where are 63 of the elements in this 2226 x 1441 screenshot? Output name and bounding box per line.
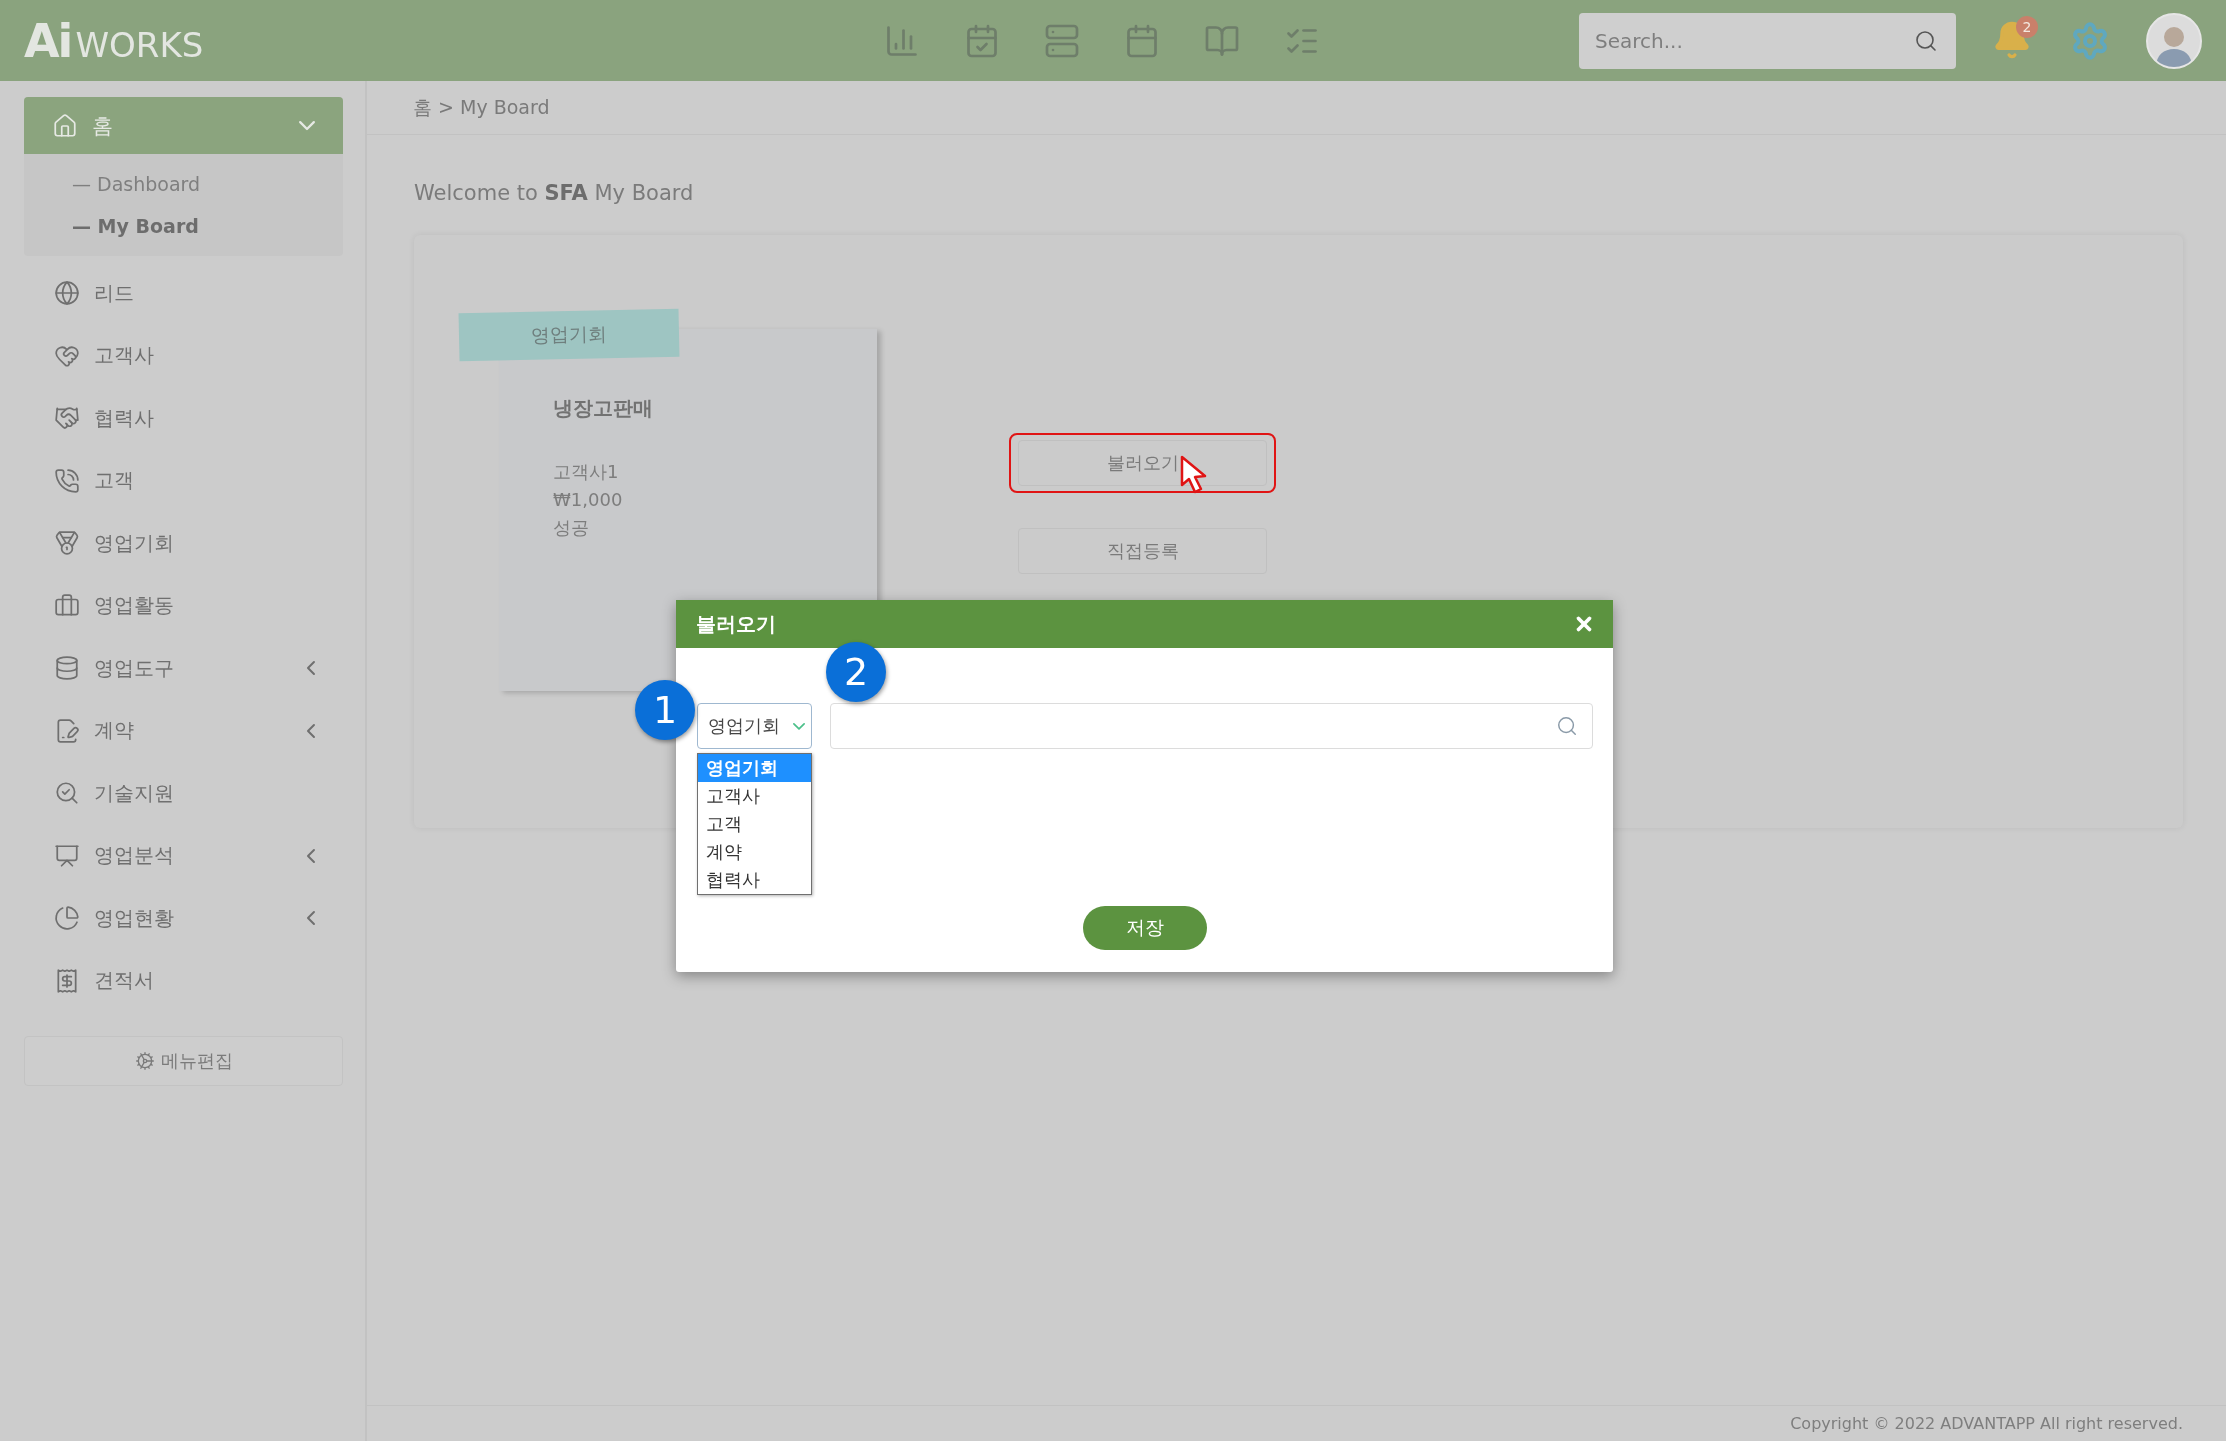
- step-marker: 2: [826, 642, 886, 702]
- dropdown-option[interactable]: 계약: [698, 838, 811, 866]
- avatar[interactable]: [2146, 12, 2202, 69]
- document-icon: [54, 717, 80, 744]
- menu-item[interactable]: 영업현황: [24, 887, 343, 950]
- card-text: ₩1,000: [553, 488, 624, 512]
- type-select[interactable]: 영업기회: [697, 703, 812, 749]
- phone-icon: [54, 467, 80, 494]
- menu-item[interactable]: 홈: [24, 97, 343, 154]
- calendar-check-icon[interactable]: [964, 22, 1000, 59]
- card-tag: 영업기회: [458, 308, 680, 362]
- search-field[interactable]: [830, 703, 1593, 749]
- logo: AiWORKS: [24, 13, 205, 68]
- calendar-icon[interactable]: [1124, 22, 1160, 59]
- chevron-down-icon: [299, 120, 315, 131]
- card-title: 냉장고판매: [553, 395, 654, 422]
- search-icon: [1556, 715, 1578, 737]
- menu-item[interactable]: 영업활동: [24, 574, 343, 637]
- copyright-text: Copyright © 2022 ADVANTAPP All right reserved.: [1790, 1414, 2183, 1433]
- search-icon: [1914, 28, 1938, 53]
- search-field[interactable]: Search...: [1579, 12, 1956, 69]
- notification-count: 2: [2016, 15, 2038, 38]
- menu-item[interactable]: 영업기회: [24, 512, 343, 575]
- modal-title: 불러오기: [696, 610, 776, 638]
- magnifier-icon: [54, 780, 80, 807]
- settings-icon[interactable]: [2070, 20, 2110, 61]
- menu-edit-button[interactable]: 메뉴편집: [24, 1036, 343, 1086]
- board-button[interactable]: 불러오기: [1018, 440, 1267, 486]
- submenu-item[interactable]: — Dashboard: [72, 168, 343, 200]
- database-icon: [54, 655, 80, 682]
- chevron-left-icon: [307, 848, 315, 863]
- page-title: Welcome to SFA My Board: [414, 181, 695, 205]
- chevron-left-icon: [307, 911, 315, 926]
- globe-icon: [54, 280, 80, 307]
- menu-item[interactable]: 고객: [24, 449, 343, 512]
- menu-item[interactable]: 리드: [24, 262, 343, 325]
- dropdown-option[interactable]: 협력사: [698, 866, 811, 894]
- server-icon[interactable]: [1044, 22, 1080, 59]
- board-button[interactable]: 직접등록: [1018, 528, 1267, 574]
- menu-item[interactable]: 고객사: [24, 324, 343, 387]
- menu-item[interactable]: 영업도구: [24, 637, 343, 700]
- menu-item[interactable]: 계약: [24, 699, 343, 762]
- submenu-item[interactable]: — My Board: [72, 210, 343, 242]
- receipt-icon: [54, 967, 80, 994]
- menu-item[interactable]: 견적서: [24, 949, 343, 1012]
- briefcase-icon: [54, 592, 80, 619]
- menu-item[interactable]: 영업분석: [24, 824, 343, 887]
- save-button[interactable]: 저장: [1083, 906, 1207, 950]
- handshake-icon: [54, 405, 80, 432]
- card-text: 고객사1: [553, 460, 620, 484]
- menu-item[interactable]: 협력사: [24, 387, 343, 450]
- pie-chart-icon: [54, 905, 80, 932]
- dropdown-option[interactable]: 고객: [698, 810, 811, 838]
- dropdown-option[interactable]: 영업기회: [698, 754, 811, 782]
- presentation-icon: [54, 842, 80, 869]
- breadcrumb: 홈 > My Board: [367, 81, 2226, 135]
- dropdown-option[interactable]: 고객사: [698, 782, 811, 810]
- chevron-left-icon: [307, 661, 315, 676]
- home-icon: [52, 112, 78, 139]
- chevron-left-icon: [307, 723, 315, 738]
- menu-item[interactable]: 기술지원: [24, 762, 343, 825]
- card-text: 성공: [553, 516, 590, 540]
- chevron-down-icon: [793, 722, 805, 730]
